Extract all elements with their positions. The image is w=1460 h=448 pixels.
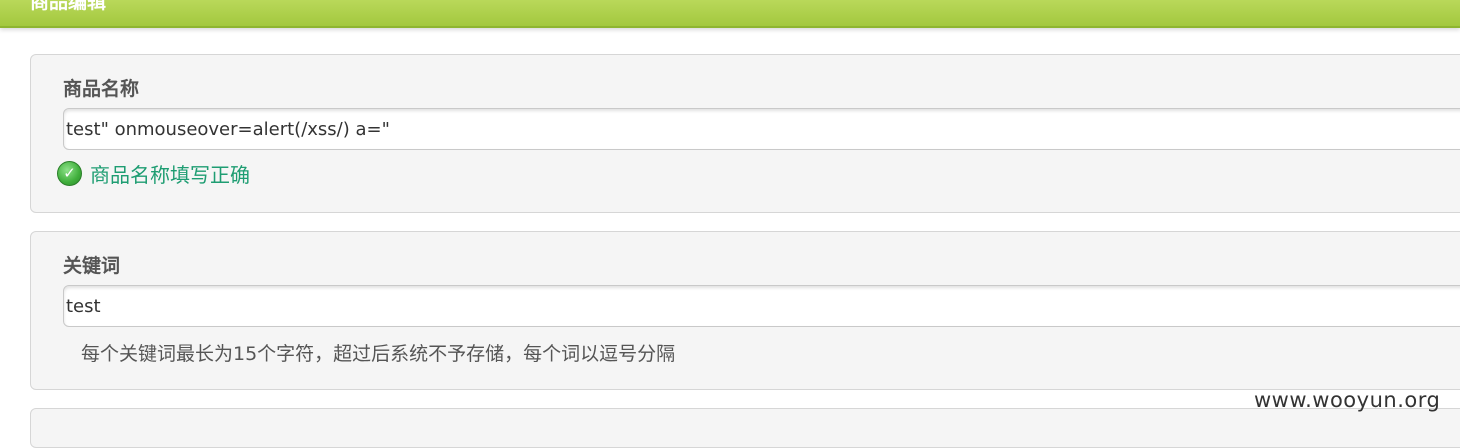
keywords-label: 关键词 <box>63 255 121 277</box>
keywords-input[interactable] <box>63 285 1460 327</box>
keywords-hint: 每个关键词最长为15个字符，超过后系统不予存储，每个词以逗号分隔 <box>81 343 676 365</box>
keywords-section: 关键词 每个关键词最长为15个字符，超过后系统不予存储，每个词以逗号分隔 <box>30 231 1460 390</box>
next-section <box>30 408 1460 448</box>
validation-message: 商品名称填写正确 <box>90 162 250 187</box>
product-name-label: 商品名称 <box>63 78 140 100</box>
check-circle-icon: ✓ <box>57 160 82 186</box>
product-name-validation: ✓ 商品名称填写正确 <box>57 159 250 187</box>
product-name-input[interactable] <box>63 108 1460 150</box>
page-header-bar: 商品编辑 <box>0 0 1460 28</box>
product-name-section: 商品名称 ✓ 商品名称填写正确 <box>30 54 1460 213</box>
watermark: www.wooyun.org <box>1254 388 1441 412</box>
page-title: 商品编辑 <box>30 0 107 13</box>
